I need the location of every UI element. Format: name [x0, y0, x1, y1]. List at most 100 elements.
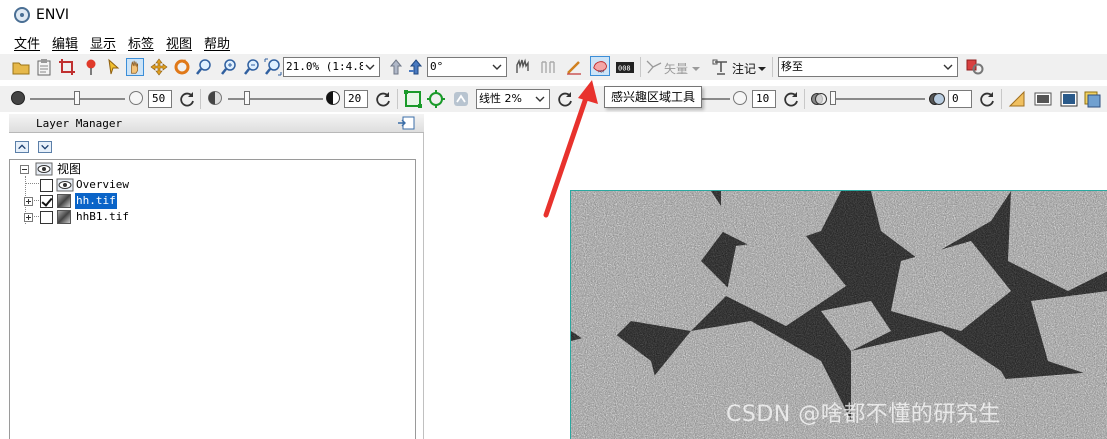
toolbar-separator [804, 89, 805, 109]
open-folder-icon[interactable] [12, 58, 30, 76]
menu-display[interactable]: 显示 [90, 33, 116, 52]
tree-root-label: 视图 [57, 162, 82, 176]
grayscale-icon[interactable] [1060, 90, 1078, 108]
envi-app-icon [14, 7, 30, 23]
main-toolbar: 21.0% (1:4.8) 0° roi 008 矢量 注记 移至 [0, 54, 1107, 80]
dock-panel-icon[interactable] [397, 116, 415, 130]
menu-help[interactable]: 帮助 [204, 33, 230, 52]
rotate-north-up-icon[interactable] [387, 58, 405, 76]
contrast-input[interactable]: 20 [344, 90, 368, 108]
layer-visibility-checkbox[interactable] [40, 179, 53, 192]
chevron-down-icon [41, 144, 49, 150]
sharpen-input[interactable]: 10 [752, 90, 776, 108]
chevron-down-icon [941, 59, 955, 75]
tree-line [25, 183, 39, 184]
tree-item-label: Overview [76, 178, 129, 191]
full-extent-icon[interactable] [403, 89, 423, 109]
refresh-icon[interactable] [178, 90, 196, 108]
pixel-locator-icon[interactable] [539, 58, 557, 76]
transparency-slider-track[interactable] [830, 98, 925, 100]
refresh-icon[interactable] [782, 90, 800, 108]
transparency-high-icon [929, 93, 945, 105]
fit-window-icon[interactable] [426, 89, 446, 109]
toolbar-separator [200, 89, 201, 109]
chevron-down-icon [490, 59, 504, 75]
brightness-slider-thumb[interactable] [74, 91, 80, 105]
rotation-combo[interactable]: 0° [427, 57, 507, 77]
move-layer-down-button[interactable] [38, 141, 52, 153]
move-layer-up-button[interactable] [15, 141, 29, 153]
pan-hand-icon[interactable] [126, 58, 144, 76]
window-title: ENVI [36, 7, 70, 23]
csdn-watermark: CSDN @啥都不懂的研究生 [726, 402, 1001, 427]
zoom-tool-icon[interactable] [195, 58, 213, 76]
fly-move-icon[interactable] [150, 58, 168, 76]
menu-edit[interactable]: 编辑 [52, 33, 78, 52]
tree-item-label: hh.tif [75, 193, 117, 209]
menu-bar: 文件 编辑 显示 标签 视图 帮助 [0, 31, 1107, 52]
refresh-icon[interactable] [978, 90, 996, 108]
rotate-arrow-icon[interactable] [407, 58, 425, 76]
zoom-out-icon[interactable] [243, 58, 261, 76]
collapse-toggle[interactable] [20, 165, 29, 174]
menu-file[interactable]: 文件 [14, 33, 40, 52]
zoom-combo[interactable]: 21.0% (1:4.8) [283, 57, 380, 77]
contrast-slider-thumb[interactable] [244, 91, 250, 105]
image-icon[interactable] [1034, 90, 1052, 108]
goto-location-icon[interactable] [966, 58, 984, 76]
brightness-input[interactable]: 50 [148, 90, 172, 108]
chevron-down-icon[interactable] [757, 59, 767, 77]
counter-icon[interactable]: 008 [615, 58, 635, 76]
chevron-down-icon [363, 59, 377, 75]
contrast-high-icon [326, 91, 340, 105]
contrast-slider-track[interactable] [228, 98, 323, 100]
sharpen-slider-track[interactable] [702, 98, 730, 100]
toolbar-separator [1001, 89, 1002, 109]
overview-eye-icon [56, 178, 74, 192]
zoom-full-icon[interactable] [264, 58, 282, 76]
menu-label[interactable]: 标签 [128, 33, 154, 52]
transparency-low-icon [811, 93, 827, 105]
goto-combo[interactable]: 移至 [778, 57, 958, 77]
layers-icon[interactable] [1083, 90, 1101, 108]
select-pointer-icon[interactable] [104, 58, 122, 76]
annotation-label[interactable]: 注记 [732, 60, 756, 77]
contrast-low-icon [208, 91, 222, 105]
roi-tool-icon[interactable]: roi [590, 56, 610, 76]
zoom-value: 21.0% (1:4.8) [286, 60, 373, 73]
chevron-up-icon [18, 144, 26, 150]
title-bar: ENVI [0, 0, 1107, 30]
transparency-slider-thumb[interactable] [830, 91, 836, 105]
chevron-down-icon[interactable] [691, 59, 701, 77]
vector-label[interactable]: 矢量 [664, 60, 688, 77]
layer-visibility-checkbox[interactable] [40, 211, 53, 224]
toolbar-separator [640, 57, 641, 77]
crop-icon[interactable] [58, 58, 76, 76]
layer-manager-header: Layer Manager [9, 114, 424, 133]
raster-layer-icon [57, 210, 71, 224]
stretch-combo[interactable]: 线性 2% [476, 89, 550, 109]
svg-text:roi: roi [598, 68, 604, 74]
layer-visibility-checkbox[interactable] [40, 195, 53, 208]
refresh-icon[interactable] [556, 90, 574, 108]
rotation-value: 0° [430, 60, 444, 73]
transparency-input[interactable]: 0 [948, 90, 972, 108]
enhancement-toolbar: 50 20 线性 2% 10 0 [0, 86, 1107, 112]
toolbar-separator [397, 89, 398, 109]
menu-view[interactable]: 视图 [166, 33, 192, 52]
stretch-type-icon[interactable] [452, 90, 470, 108]
expand-toggle[interactable] [24, 213, 33, 222]
refresh-icon[interactable] [374, 90, 392, 108]
measure-icon[interactable] [565, 58, 583, 76]
sharpen-icon [733, 91, 747, 105]
zoom-in-icon[interactable] [220, 58, 238, 76]
pushpin-icon[interactable] [82, 58, 100, 76]
link-views-icon[interactable] [514, 58, 532, 76]
clipboard-icon[interactable] [35, 58, 53, 76]
expand-toggle[interactable] [24, 197, 33, 206]
rotate-icon[interactable] [173, 58, 191, 76]
vector-icon[interactable] [645, 58, 663, 76]
ruler-icon[interactable] [1008, 90, 1026, 108]
annotation-icon[interactable] [712, 58, 730, 76]
brightness-light-icon [129, 91, 143, 105]
